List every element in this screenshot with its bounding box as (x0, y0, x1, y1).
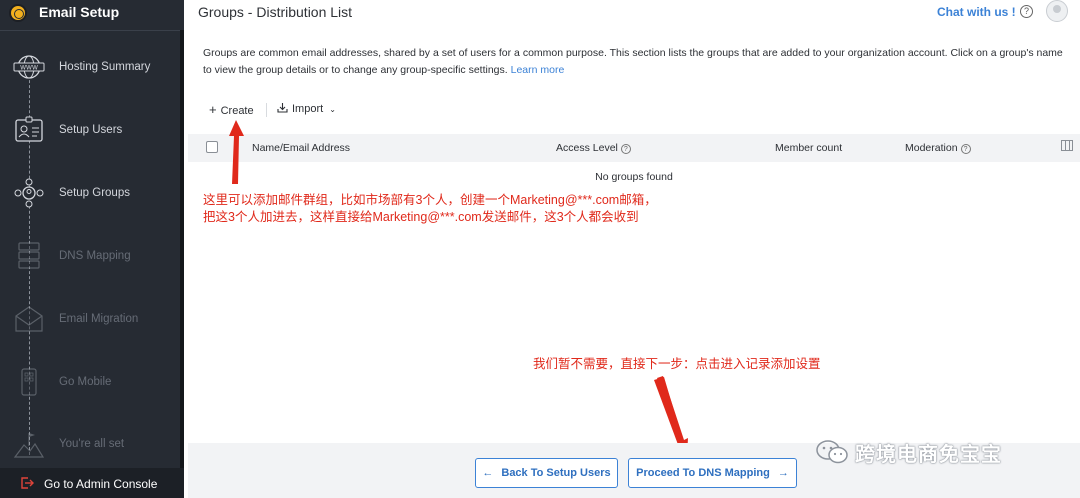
watermark-text: 跨境电商免宝宝 (855, 443, 1002, 466)
app-root: Email Setup WWW Hosting Summary Setup Us… (0, 0, 1080, 498)
annotation-arrows (229, 120, 688, 456)
wechat-icon (816, 440, 848, 464)
watermark: 跨境电商免宝宝 (815, 438, 1002, 466)
arrow-left-icon: ← (482, 467, 494, 479)
back-label: Back To Setup Users (501, 467, 611, 479)
proceed-label: Proceed To DNS Mapping (636, 467, 770, 479)
back-button[interactable]: ← Back To Setup Users (475, 458, 618, 488)
arrow-up-icon (229, 120, 244, 184)
proceed-button[interactable]: Proceed To DNS Mapping → (628, 458, 797, 488)
arrow-right-icon: → (777, 467, 789, 479)
